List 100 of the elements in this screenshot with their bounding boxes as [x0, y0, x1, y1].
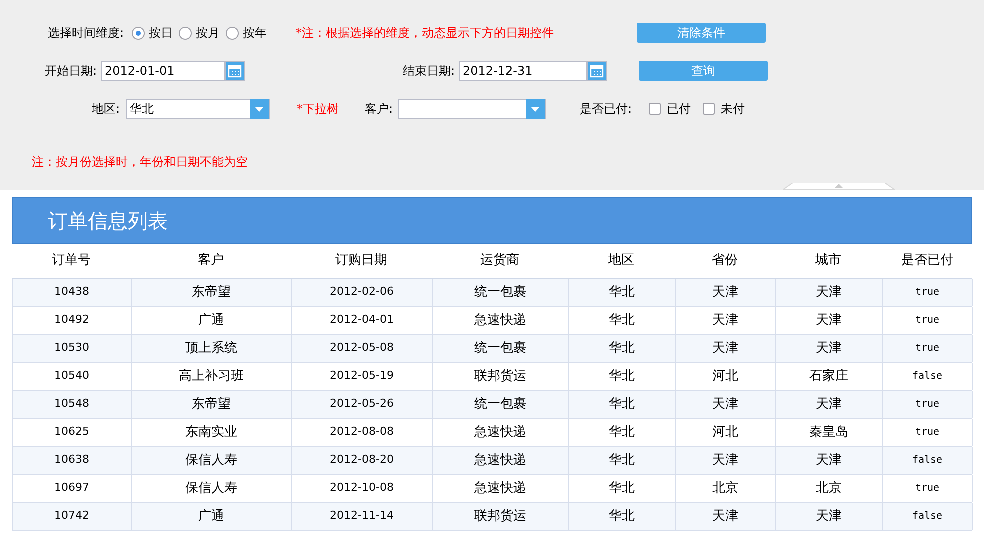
table-cell: 2012-02-06: [291, 279, 432, 306]
table-cell: 10540: [12, 363, 131, 390]
customer-select[interactable]: [398, 99, 546, 119]
table-cell: 2012-08-20: [291, 447, 432, 474]
table-cell: false: [882, 447, 973, 474]
table-cell: 统一包裹: [432, 335, 568, 362]
table-cell: 天津: [775, 335, 882, 362]
checkbox[interactable]: [703, 103, 715, 115]
table-cell: 天津: [775, 391, 882, 418]
table-cell: 急速快递: [432, 475, 568, 502]
table-cell: 东帝望: [131, 279, 291, 306]
table-cell: 2012-08-08: [291, 419, 432, 446]
table-cell: 天津: [675, 307, 775, 334]
radio-label: 按日: [149, 25, 173, 42]
table-cell: 2012-10-08: [291, 475, 432, 502]
table-cell: 统一包裹: [432, 391, 568, 418]
table-cell: 10742: [12, 503, 131, 530]
column-header[interactable]: 客户: [198, 253, 224, 268]
table-cell: 东帝望: [131, 391, 291, 418]
table-cell: 北京: [775, 475, 882, 502]
table-cell: 广通: [131, 307, 291, 334]
field-label: 地区:: [90, 101, 120, 118]
table-cell: 10625: [12, 419, 131, 446]
radio-label: 按月: [196, 25, 220, 42]
table-cell: 秦皇岛: [775, 419, 882, 446]
table-cell: 急速快递: [432, 447, 568, 474]
table-cell: 联邦货运: [432, 503, 568, 530]
date-field[interactable]: 2012-01-01: [101, 61, 225, 81]
field-label: 选择时间维度:: [46, 25, 124, 42]
field-label: 是否已付:: [580, 101, 634, 118]
table-cell: 北京: [675, 475, 775, 502]
collapse-handle-icon[interactable]: [783, 183, 895, 190]
table-cell: 联邦货运: [432, 363, 568, 390]
radio-button[interactable]: [132, 26, 145, 40]
table-cell: 2012-04-01: [291, 307, 432, 334]
table-cell: 高上补习班: [131, 363, 291, 390]
column-header[interactable]: 运货商: [480, 253, 520, 268]
table-cell: 华北: [568, 503, 675, 530]
hint-text: *注：根据选择的维度，动态显示下方的日期控件: [296, 25, 555, 42]
table-cell: 10438: [12, 279, 131, 306]
radio-button[interactable]: [226, 26, 239, 40]
table-cell: true: [882, 335, 973, 362]
table-cell: false: [882, 363, 973, 390]
table-cell: 顶上系统: [131, 335, 291, 362]
radio-label: 按年: [243, 25, 267, 42]
column-header[interactable]: 省份: [712, 253, 738, 268]
table-cell: 石家庄: [775, 363, 882, 390]
region-select[interactable]: 华北: [126, 99, 270, 119]
table-cell: true: [882, 419, 973, 446]
table-cell: true: [882, 307, 973, 334]
table-cell: true: [882, 475, 973, 502]
table-cell: 华北: [568, 475, 675, 502]
calendar-icon[interactable]: [225, 61, 245, 81]
table-cell: 10530: [12, 335, 131, 362]
radio-button[interactable]: [179, 26, 192, 40]
table-cell: 华北: [568, 363, 675, 390]
column-header[interactable]: 城市: [816, 253, 842, 268]
table-cell: 统一包裹: [432, 279, 568, 306]
table-cell: 10548: [12, 391, 131, 418]
field-label: 结束日期:: [402, 63, 455, 80]
table-cell: 10492: [12, 307, 131, 334]
table-cell: 天津: [675, 335, 775, 362]
table-cell: false: [882, 503, 973, 530]
table-cell: 2012-05-19: [291, 363, 432, 390]
table-cell: 华北: [568, 419, 675, 446]
column-header[interactable]: 地区: [608, 253, 634, 268]
field-label: 开始日期:: [44, 63, 97, 80]
table-cell: 10697: [12, 475, 131, 502]
column-header[interactable]: 订单号: [52, 253, 91, 268]
table-cell: 天津: [675, 391, 775, 418]
table-cell: 2012-05-26: [291, 391, 432, 418]
field-label: 客户:: [364, 101, 393, 118]
table-cell: 天津: [675, 447, 775, 474]
column-header[interactable]: 是否已付: [902, 253, 954, 268]
checkbox-label: 已付: [667, 101, 691, 118]
date-field[interactable]: 2012-12-31: [459, 61, 587, 81]
table-cell: 广通: [131, 503, 291, 530]
hint-text: *下拉树: [297, 101, 340, 118]
table-cell: 天津: [775, 447, 882, 474]
table-cell: 2012-05-08: [291, 335, 432, 362]
table-cell: 急速快递: [432, 307, 568, 334]
table-cell: 华北: [568, 279, 675, 306]
table-cell: 保信人寿: [131, 447, 291, 474]
checkbox-label: 未付: [721, 101, 745, 118]
checkbox[interactable]: [649, 103, 661, 115]
table-cell: 2012-11-14: [291, 503, 432, 530]
table-cell: 10638: [12, 447, 131, 474]
table-cell: 天津: [675, 503, 775, 530]
table-cell: 华北: [568, 391, 675, 418]
table-cell: 天津: [775, 503, 882, 530]
table-cell: 天津: [775, 279, 882, 306]
table-title: 订单信息列表: [48, 208, 168, 234]
table-cell: true: [882, 391, 973, 418]
column-header[interactable]: 订购日期: [336, 253, 388, 268]
calendar-icon[interactable]: [587, 61, 607, 81]
table-cell: 华北: [568, 335, 675, 362]
table-cell: 华北: [568, 307, 675, 334]
table-cell: 天津: [675, 279, 775, 306]
table-cell: 河北: [675, 363, 775, 390]
table-cell: true: [882, 279, 973, 306]
